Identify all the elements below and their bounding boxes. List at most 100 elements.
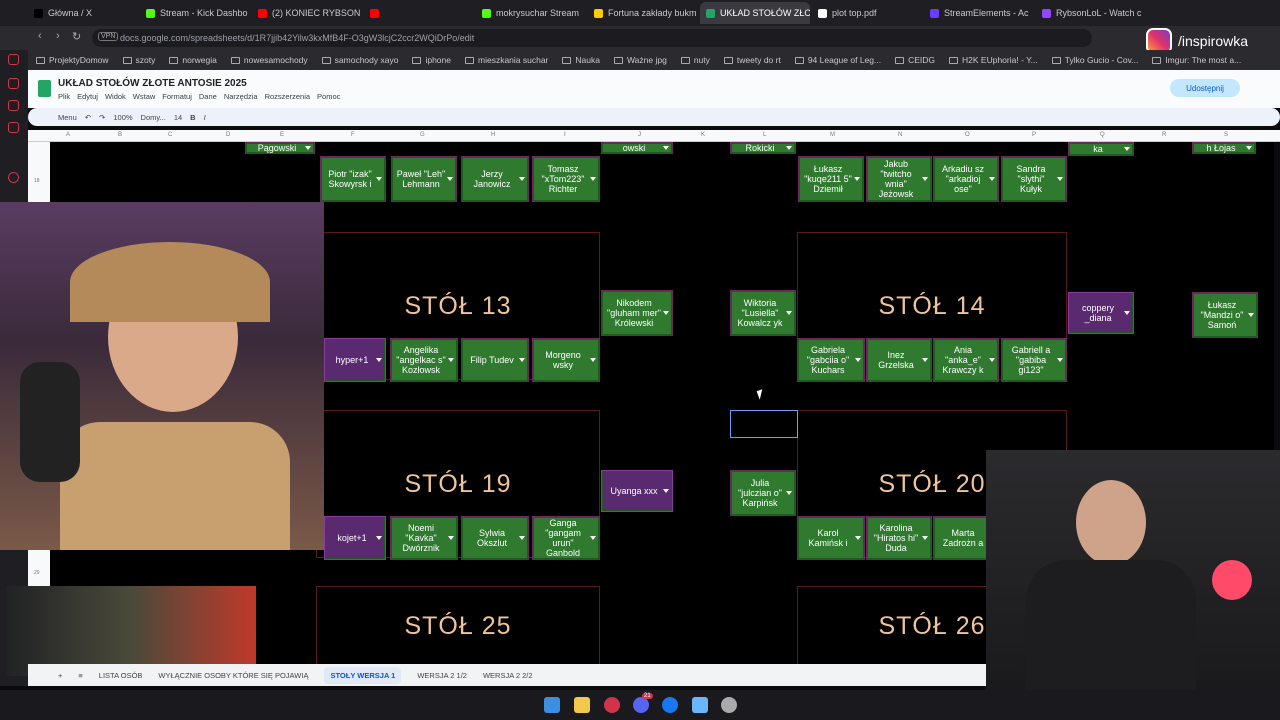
guest-name-chip[interactable]: Tomasz "xTom223" Richter	[532, 156, 600, 202]
guest-name-chip[interactable]: Ania "anka_e" Krawczy k	[933, 338, 999, 382]
bookmark-item[interactable]: ProjektyDomow	[36, 55, 109, 65]
column-header[interactable]: C	[168, 132, 172, 138]
guest-name-chip[interactable]: ka	[1068, 142, 1134, 156]
dropdown-arrow-icon[interactable]	[786, 491, 792, 495]
guest-name-chip[interactable]: Sylwia Okszlut	[461, 516, 529, 560]
dropdown-arrow-icon[interactable]	[376, 358, 382, 362]
bookmark-item[interactable]: 94 League of Leg...	[794, 55, 881, 65]
menu-item[interactable]: Widok	[105, 92, 126, 101]
column-header[interactable]: K	[701, 132, 705, 138]
dropdown-arrow-icon[interactable]	[590, 358, 596, 362]
browser-tab[interactable]: Główna / X	[28, 2, 138, 24]
bookmark-item[interactable]: mieszkania suchar	[465, 55, 548, 65]
guest-name-chip[interactable]: Morgeno wsky	[532, 338, 600, 382]
dropdown-arrow-icon[interactable]	[922, 358, 928, 362]
dropdown-arrow-icon[interactable]	[1248, 313, 1254, 317]
dropdown-arrow-icon[interactable]	[786, 146, 792, 150]
guest-name-chip[interactable]: Paweł "Leh" Lehmann	[391, 156, 457, 202]
vpn-badge[interactable]: VPN	[98, 32, 119, 41]
bookmark-item[interactable]: H2K EUphoria! - Y...	[949, 55, 1038, 65]
guest-name-chip[interactable]: Karol Kamińsk i	[797, 516, 865, 560]
guest-name-chip[interactable]: Łukasz "kuqe211 5" Dziemił	[798, 156, 864, 202]
browser-tab[interactable]: UKŁAD STOŁÓW ZŁOTE	[700, 2, 810, 24]
guest-name-chip[interactable]: coppery _diana	[1068, 292, 1134, 334]
bookmark-item[interactable]: nowesamochody	[230, 55, 308, 65]
guest-name-chip[interactable]: Gabriell a "gabiba gi123"	[1001, 338, 1067, 382]
guest-name-chip[interactable]: Ganga "gangam urun" Ganbold	[532, 516, 600, 560]
guest-name-chip[interactable]: kojet+1	[324, 516, 386, 560]
italic-icon[interactable]: I	[204, 113, 206, 122]
selected-cell[interactable]	[730, 410, 798, 438]
guest-name-chip[interactable]: owski	[601, 142, 673, 154]
column-header[interactable]: M	[830, 132, 835, 138]
dropdown-arrow-icon[interactable]	[922, 177, 928, 181]
column-header[interactable]: D	[226, 132, 230, 138]
sheet-tab[interactable]: WERSJA 2 1/2	[417, 671, 467, 680]
browser-tab[interactable]	[364, 2, 474, 24]
bookmark-item[interactable]: Ważne jpg	[613, 55, 667, 65]
browser-tab[interactable]: Stream - Kick Dashbo	[140, 2, 250, 24]
font-select[interactable]: Domy...	[141, 113, 166, 122]
column-header[interactable]: S	[1224, 132, 1228, 138]
guest-name-chip[interactable]: h Łojas	[1192, 142, 1256, 154]
guest-name-chip[interactable]: Noemi "Kavka" Dwórznik	[390, 516, 458, 560]
dropdown-arrow-icon[interactable]	[1057, 358, 1063, 362]
guest-name-chip[interactable]: Nikodem "gluham mer" Królewski	[601, 290, 673, 336]
guest-name-chip[interactable]: Julia "julczian o" Karpińsk	[730, 470, 796, 516]
column-header[interactable]: B	[118, 132, 122, 138]
column-header[interactable]: N	[898, 132, 902, 138]
menu-item[interactable]: Wstaw	[133, 92, 156, 101]
browser-tab[interactable]: (2) KONIEC RYBSON	[252, 2, 362, 24]
guest-name-chip[interactable]: Wiktoria "Lusiella" Kowalcz yk	[730, 290, 796, 336]
table-block[interactable]: STÓŁ 25	[316, 586, 600, 664]
guest-name-chip[interactable]: Uyanga xxx	[601, 470, 673, 512]
windows-start-icon[interactable]	[544, 697, 560, 713]
browser-tab[interactable]: RybsonLoL - Watch c	[1036, 2, 1146, 24]
guest-name-chip[interactable]: Piotr "izak" Skowyrsk i	[320, 156, 386, 202]
dropdown-arrow-icon[interactable]	[590, 177, 596, 181]
bookmark-item[interactable]: szoty	[122, 55, 155, 65]
column-header[interactable]: F	[351, 132, 355, 138]
notepad-icon[interactable]	[692, 697, 708, 713]
zoom-select[interactable]: 100%	[113, 113, 132, 122]
column-header[interactable]: J	[638, 132, 641, 138]
column-header[interactable]: E	[280, 132, 284, 138]
url-field[interactable]: VPN docs.google.com/spreadsheets/d/1R7jj…	[92, 29, 1092, 47]
font-size[interactable]: 14	[174, 113, 182, 122]
sheet-tab[interactable]: WYŁĄCZNIE OSOBY KTÓRE SIĘ POJAWIĄ	[158, 671, 308, 680]
extension-icon[interactable]	[8, 100, 19, 111]
row-number[interactable]: 29	[34, 570, 40, 576]
dropdown-arrow-icon[interactable]	[1246, 146, 1252, 150]
search-menus[interactable]: Menu	[58, 113, 77, 122]
column-header[interactable]: H	[491, 132, 495, 138]
dropdown-arrow-icon[interactable]	[854, 177, 860, 181]
dropdown-arrow-icon[interactable]	[519, 358, 525, 362]
menu-item[interactable]: Formatuj	[162, 92, 192, 101]
dropdown-arrow-icon[interactable]	[1124, 311, 1130, 315]
all-sheets-icon[interactable]: ≡	[78, 671, 82, 680]
extension-icon[interactable]	[8, 78, 19, 89]
undo-icon[interactable]: ↶	[85, 113, 91, 122]
dropdown-arrow-icon[interactable]	[448, 536, 454, 540]
guest-name-chip[interactable]: Arkadiu sz "arkadioj ose"	[933, 156, 999, 202]
redo-icon[interactable]: ↷	[99, 113, 105, 122]
sheets-logo-icon[interactable]	[38, 80, 51, 97]
column-header[interactable]: I	[564, 132, 566, 138]
column-header[interactable]: R	[1162, 132, 1166, 138]
settings-icon[interactable]	[8, 172, 19, 183]
dropdown-arrow-icon[interactable]	[663, 489, 669, 493]
opera-icon[interactable]	[604, 697, 620, 713]
menu-item[interactable]: Edytuj	[77, 92, 98, 101]
back-icon[interactable]: ‹	[38, 30, 42, 42]
guest-name-chip[interactable]: Inez Grzelska	[866, 338, 932, 382]
menu-item[interactable]: Dane	[199, 92, 217, 101]
dropdown-arrow-icon[interactable]	[376, 536, 382, 540]
file-explorer-icon[interactable]	[574, 697, 590, 713]
menu-item[interactable]: Rozszerzenia	[265, 92, 310, 101]
guest-name-chip[interactable]: Angelika "angelkac s" Kozłowsk	[390, 338, 458, 382]
bookmark-item[interactable]: samochody xayo	[321, 55, 398, 65]
sheet-tab[interactable]: LISTA OSÓB	[99, 671, 143, 680]
dropdown-arrow-icon[interactable]	[989, 358, 995, 362]
discord-icon[interactable]: 21	[633, 693, 653, 713]
bookmark-item[interactable]: iphone	[412, 55, 451, 65]
